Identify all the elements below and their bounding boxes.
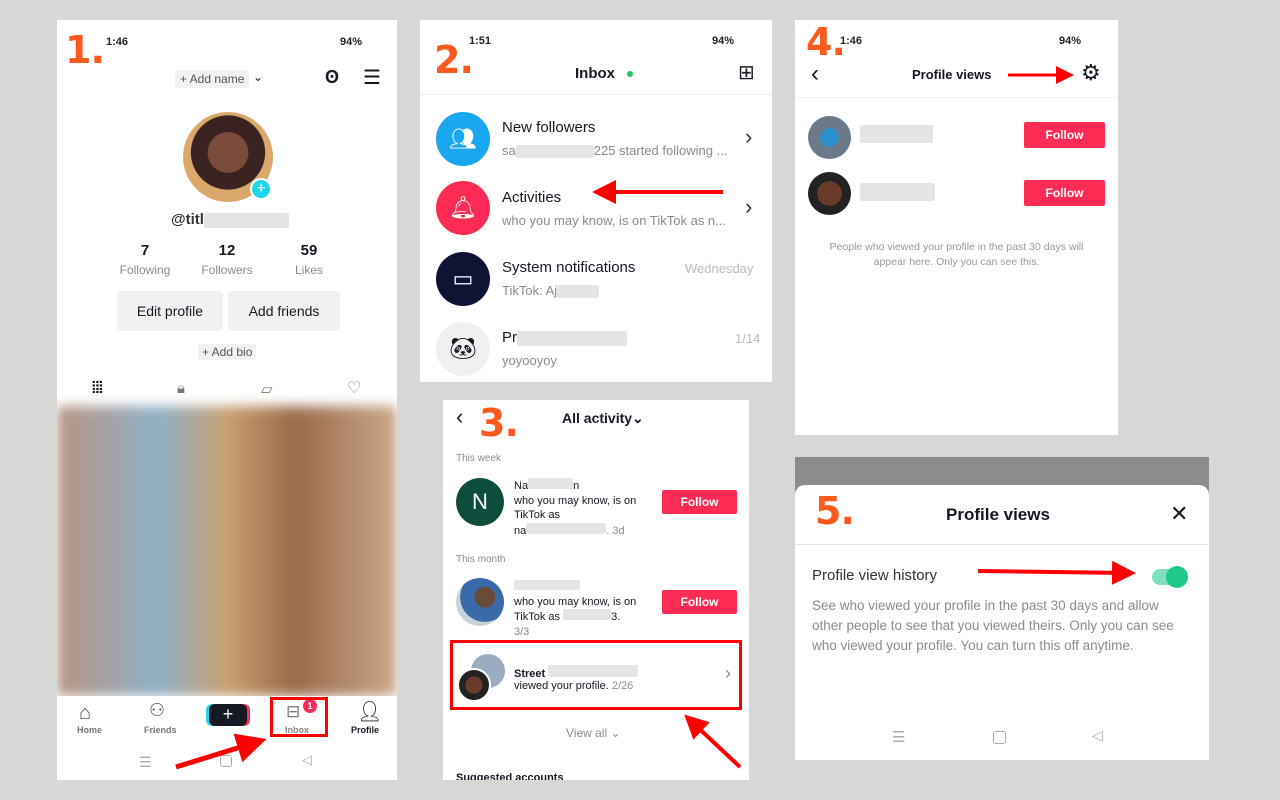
arrow-to-profile-view (684, 714, 742, 769)
arrow-to-toggle (977, 560, 1136, 585)
arrow-to-inbox (175, 733, 267, 770)
annotation-arrows (175, 66, 1136, 770)
